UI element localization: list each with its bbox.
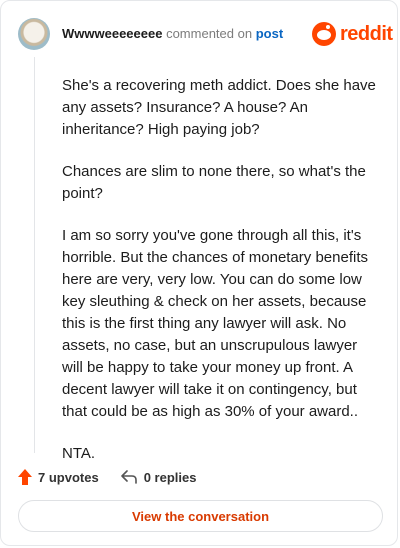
commented-label: commented on [166, 26, 253, 41]
comment-paragraph: NTA. [62, 445, 96, 462]
comment-body: She's a recovering meth addict. Does she… [62, 75, 380, 485]
comment-actions: 7 upvotes 0 replies [18, 467, 196, 487]
post-link[interactable]: post [256, 26, 283, 41]
thread-line [34, 57, 35, 453]
view-conversation-button[interactable]: View the conversation [18, 500, 383, 532]
username[interactable]: Wwwweeeeeeee [62, 26, 162, 41]
upvote-arrow-icon[interactable] [18, 469, 32, 485]
reply-arrow-icon[interactable] [120, 470, 137, 484]
upvote-count[interactable]: 7 upvotes [38, 470, 99, 485]
comment-header: Wwwweeeeeeee commented on post [62, 25, 283, 43]
comment-paragraph: Chances are slim to none there, so what'… [62, 163, 366, 202]
comment-card: Wwwweeeeeeee commented on post reddit Sh… [0, 0, 398, 546]
avatar[interactable] [18, 18, 50, 50]
reddit-logo-text: reddit [340, 22, 393, 45]
reddit-logo-icon [312, 22, 336, 46]
comment-paragraph: I am so sorry you've gone through all th… [62, 227, 369, 420]
reddit-logo[interactable]: reddit [312, 21, 393, 47]
comment-paragraph: She's a recovering meth addict. Does she… [62, 77, 376, 138]
reply-count[interactable]: 0 replies [144, 470, 197, 485]
